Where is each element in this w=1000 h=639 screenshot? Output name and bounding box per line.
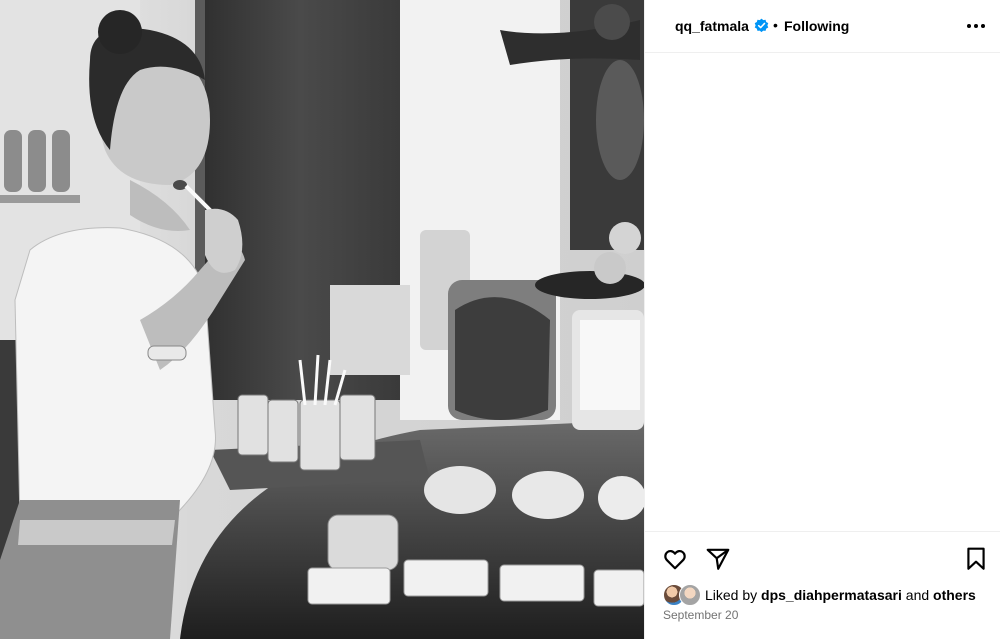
liked-by-others-link[interactable]: others [933,587,976,603]
post-photo [0,0,644,639]
avatar [679,584,701,606]
following-button[interactable]: Following [784,18,849,34]
post-date[interactable]: September 20 [663,608,738,622]
more-options-icon[interactable] [965,16,987,36]
likes-summary: Liked by dps_diahpermatasari and others [663,584,976,606]
photo-illustration [0,0,644,639]
likes-text: Liked by dps_diahpermatasari and others [705,587,976,603]
liked-by-and: and [905,587,930,603]
post-actions: Liked by dps_diahpermatasari and others … [645,531,1000,639]
paper-plane-icon[interactable] [705,546,731,572]
bookmark-icon[interactable] [963,546,989,572]
post-sidebar: qq_fatmala • Following Liked by dps_diah… [644,0,1000,639]
post-header: qq_fatmala • Following [645,0,1000,53]
liker-avatars[interactable] [663,584,703,606]
verified-badge-icon [754,18,769,33]
heart-icon[interactable] [662,546,688,572]
liked-by-prefix: Liked by [705,587,758,603]
liked-by-user-link[interactable]: dps_diahpermatasari [761,587,902,603]
separator-dot: • [773,17,778,33]
username-link[interactable]: qq_fatmala [675,18,749,34]
